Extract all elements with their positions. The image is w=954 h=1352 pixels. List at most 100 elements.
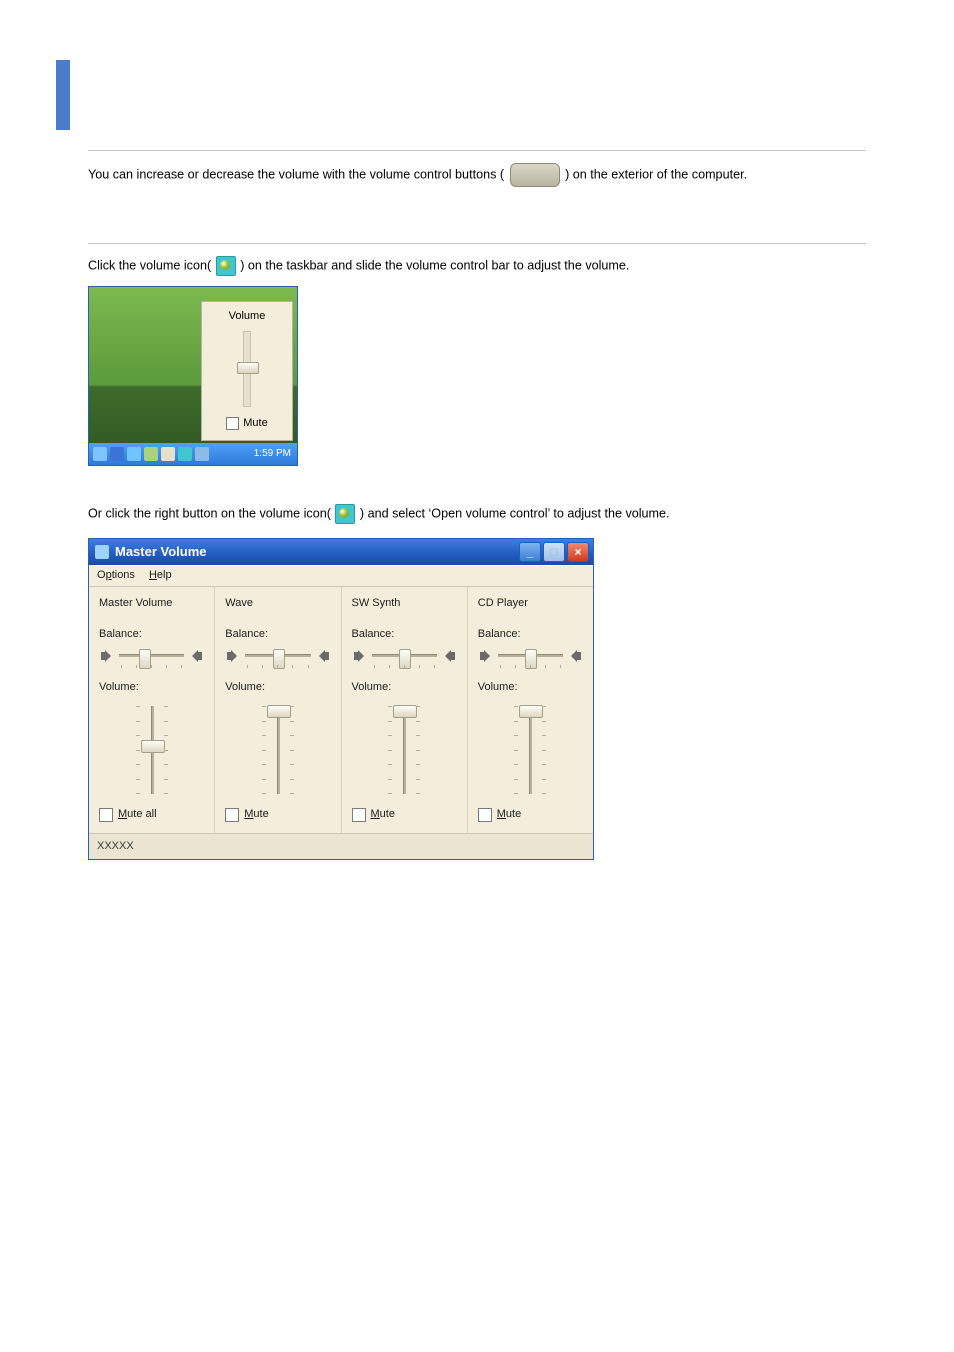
volume-slider-wrap bbox=[478, 702, 583, 798]
balance-label: Balance: bbox=[352, 626, 457, 643]
side-accent-bar bbox=[56, 60, 70, 130]
slider-thumb-icon[interactable] bbox=[267, 705, 291, 718]
mixer-channel: SW Synth Balance: Volume: Mute bbox=[342, 587, 468, 833]
volume-slider-wrap bbox=[99, 702, 204, 798]
tray-volume-icon[interactable] bbox=[178, 447, 192, 461]
mute-label: Mute bbox=[497, 806, 521, 823]
volume-label: Volume: bbox=[225, 679, 330, 696]
balance-row bbox=[478, 647, 583, 665]
taskbar: 1:59 PM bbox=[89, 443, 297, 465]
statusbar: XXXXX bbox=[89, 833, 593, 859]
window-title: Master Volume bbox=[115, 542, 207, 562]
tray-app-icon[interactable] bbox=[93, 447, 107, 461]
paragraph-tray-volume: Click the volume icon( ) on the taskbar … bbox=[88, 256, 866, 276]
speaker-left-icon bbox=[352, 649, 366, 663]
channel-title: Wave bbox=[225, 595, 330, 612]
balance-slider[interactable] bbox=[241, 647, 314, 665]
volume-slider[interactable] bbox=[130, 702, 174, 798]
text: ) on the taskbar and slide the volume co… bbox=[240, 258, 629, 272]
paragraph-volume-buttons: You can increase or decrease the volume … bbox=[88, 163, 866, 187]
mute-label: Mute bbox=[244, 806, 268, 823]
divider bbox=[88, 150, 866, 151]
menu-options[interactable]: Options bbox=[97, 567, 135, 584]
mute-checkbox[interactable] bbox=[478, 808, 492, 822]
mute-checkbox[interactable] bbox=[352, 808, 366, 822]
hotkey-letter: p bbox=[106, 569, 112, 581]
volume-label: Volume: bbox=[99, 679, 204, 696]
speaker-left-icon bbox=[478, 649, 492, 663]
volume-slider[interactable] bbox=[508, 702, 552, 798]
screenshot-master-volume-window: Master Volume _ □ × Options Help Master … bbox=[88, 538, 594, 860]
maximize-button[interactable]: □ bbox=[543, 542, 565, 562]
speaker-left-icon bbox=[99, 649, 113, 663]
titlebar: Master Volume _ □ × bbox=[89, 539, 593, 565]
mute-label: Mute all bbox=[118, 806, 157, 823]
speaker-right-icon bbox=[190, 649, 204, 663]
volume-slider[interactable] bbox=[382, 702, 426, 798]
text: Or click the right button on the volume … bbox=[88, 506, 331, 520]
menu-help[interactable]: Help bbox=[149, 567, 172, 584]
volume-slider[interactable] bbox=[243, 331, 251, 407]
menubar: Options Help bbox=[89, 565, 593, 587]
balance-row bbox=[352, 647, 457, 665]
channel-title: CD Player bbox=[478, 595, 583, 612]
slider-thumb-icon[interactable] bbox=[393, 705, 417, 718]
mixer-channel: CD Player Balance: Volume: Mute bbox=[468, 587, 593, 833]
text: Click the volume icon( bbox=[88, 258, 211, 272]
volume-popup-title: Volume bbox=[208, 308, 286, 325]
volume-tray-icon bbox=[216, 256, 236, 276]
body-text: You can increase or decrease the volume … bbox=[88, 150, 866, 860]
speaker-right-icon bbox=[317, 649, 331, 663]
mute-checkbox[interactable] bbox=[225, 808, 239, 822]
volume-slider[interactable] bbox=[256, 702, 300, 798]
window-buttons: _ □ × bbox=[519, 542, 589, 562]
mute-label: Mute bbox=[243, 415, 267, 432]
mute-checkbox[interactable] bbox=[226, 417, 239, 430]
paragraph-open-volume-control: Or click the right button on the volume … bbox=[88, 504, 866, 524]
volume-tray-icon bbox=[335, 504, 355, 524]
slider-thumb-icon[interactable] bbox=[237, 362, 259, 374]
mute-row: Mute all bbox=[99, 806, 204, 823]
balance-slider[interactable] bbox=[368, 647, 441, 665]
balance-label: Balance: bbox=[225, 626, 330, 643]
mute-checkbox[interactable] bbox=[99, 808, 113, 822]
speaker-right-icon bbox=[569, 649, 583, 663]
minimize-button[interactable]: _ bbox=[519, 542, 541, 562]
tray-app-icon[interactable] bbox=[144, 447, 158, 461]
mixer-columns: Master VolumeBalance:Volume:Mute allWave… bbox=[89, 587, 593, 833]
speaker-right-icon bbox=[443, 649, 457, 663]
tray-network-icon[interactable] bbox=[127, 447, 141, 461]
mute-row: Mute bbox=[478, 806, 583, 823]
mixer-channel: Wave Balance: Volume: Mute bbox=[215, 587, 341, 833]
mute-label: Mute bbox=[371, 806, 395, 823]
screenshot-tray-volume-popup: Volume Mute 1:59 PM bbox=[88, 286, 298, 466]
volume-slider-wrap bbox=[225, 702, 330, 798]
text: ) and select ‘Open volume control’ to ad… bbox=[360, 506, 670, 520]
tray-app-icon[interactable] bbox=[161, 447, 175, 461]
balance-label: Balance: bbox=[99, 626, 204, 643]
balance-label: Balance: bbox=[478, 626, 583, 643]
balance-row bbox=[225, 647, 330, 665]
tray-clock: 1:59 PM bbox=[254, 446, 293, 462]
volume-label: Volume: bbox=[478, 679, 583, 696]
balance-row bbox=[99, 647, 204, 665]
volume-slider-wrap bbox=[352, 702, 457, 798]
channel-title: SW Synth bbox=[352, 595, 457, 612]
volume-popup: Volume Mute bbox=[201, 301, 293, 441]
mixer-channel: Master VolumeBalance:Volume:Mute all bbox=[89, 587, 215, 833]
volume-label: Volume: bbox=[352, 679, 457, 696]
tray-app-icon[interactable] bbox=[110, 447, 124, 461]
balance-slider[interactable] bbox=[494, 647, 567, 665]
mute-row: Mute bbox=[208, 415, 286, 432]
slider-thumb-icon[interactable] bbox=[519, 705, 543, 718]
hardware-volume-buttons-icon bbox=[510, 163, 560, 187]
divider bbox=[88, 243, 866, 244]
hotkey-letter: H bbox=[149, 569, 157, 581]
tray-app-icon[interactable] bbox=[195, 447, 209, 461]
balance-slider[interactable] bbox=[115, 647, 188, 665]
slider-thumb-icon[interactable] bbox=[141, 740, 165, 753]
speaker-left-icon bbox=[225, 649, 239, 663]
window-app-icon bbox=[95, 545, 109, 559]
close-button[interactable]: × bbox=[567, 542, 589, 562]
text: You can increase or decrease the volume … bbox=[88, 167, 504, 181]
